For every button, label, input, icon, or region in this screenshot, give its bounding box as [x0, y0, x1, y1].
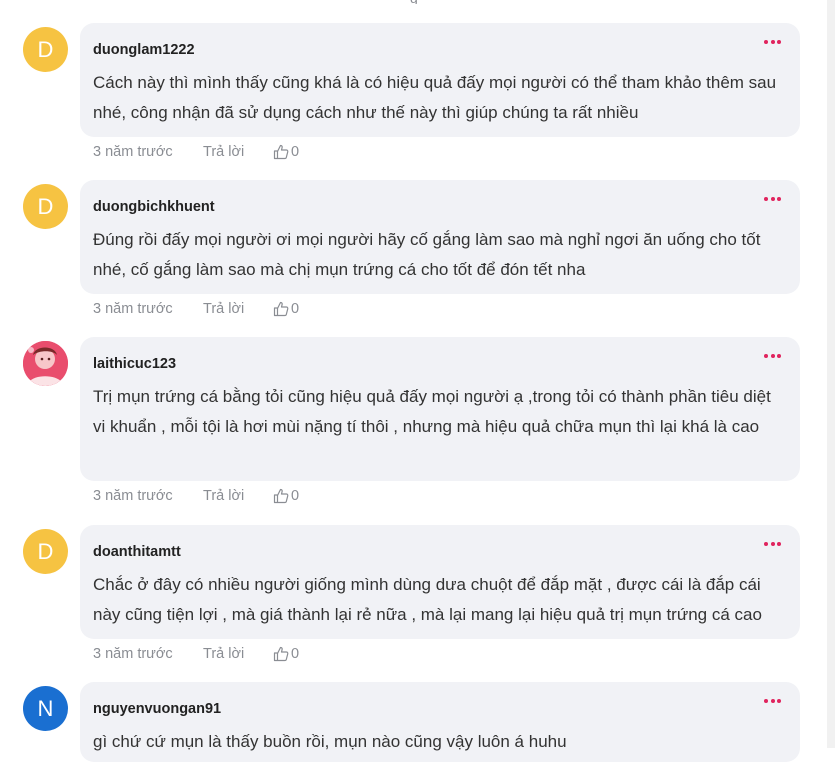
- avatar[interactable]: D: [23, 184, 68, 229]
- comment-text: Chắc ở đây có nhiều người giống mình dùn…: [93, 575, 762, 624]
- comment-text: gì chứ cứ mụn là thấy buồn rồi, mụn nào …: [93, 732, 567, 751]
- like-count: 0: [291, 144, 300, 160]
- like-count: 0: [291, 646, 300, 662]
- comment-text: Cách này thì mình thấy cũng khá là có hi…: [93, 73, 777, 122]
- avatar[interactable]: [23, 341, 68, 386]
- comment-username[interactable]: laithicuc123: [93, 354, 800, 374]
- comment-meta: 3 năm trước Trả lời 0: [93, 299, 299, 319]
- thumbs-up-icon: [273, 646, 289, 662]
- thumbs-up-icon: [273, 488, 289, 504]
- comment-text: Trị mụn trứng cá bằng tỏi cũng hiệu quả …: [93, 387, 771, 436]
- like-button[interactable]: 0: [273, 144, 299, 160]
- like-button[interactable]: 0: [273, 301, 299, 317]
- comment-time: 3 năm trước: [93, 301, 173, 317]
- comment-bubble: laithicuc123 Trị mụn trứng cá bằng tỏi c…: [80, 337, 800, 481]
- like-button[interactable]: 0: [273, 488, 299, 504]
- comment-time: 3 năm trước: [93, 144, 173, 160]
- thumbs-up-icon: [273, 301, 289, 317]
- comment-bubble: duonglam1222 Cách này thì mình thấy cũng…: [80, 23, 800, 137]
- scrollbar[interactable]: [827, 0, 835, 748]
- comment-time: 3 năm trước: [93, 646, 173, 662]
- reply-button[interactable]: Trả lời: [203, 488, 273, 504]
- more-options-icon[interactable]: [764, 354, 781, 360]
- comment-time: 3 năm trước: [93, 488, 173, 504]
- avatar-letter: N: [37, 695, 54, 721]
- avatar-letter: D: [37, 538, 54, 564]
- top-fragment: g: [410, 0, 430, 4]
- thumbs-up-icon: [273, 144, 289, 160]
- avatar[interactable]: D: [23, 529, 68, 574]
- comment-bubble: duongbichkhuent Đúng rồi đấy mọi người ơ…: [80, 180, 800, 294]
- more-options-icon[interactable]: [764, 197, 781, 203]
- comment-username[interactable]: duongbichkhuent: [93, 197, 800, 217]
- reply-button[interactable]: Trả lời: [203, 646, 273, 662]
- photo-avatar-icon: [23, 341, 68, 386]
- comment-meta: 3 năm trước Trả lời 0: [93, 486, 299, 506]
- avatar-letter: D: [37, 193, 54, 219]
- avatar[interactable]: N: [23, 686, 68, 731]
- more-options-icon[interactable]: [764, 699, 781, 705]
- comment-bubble: doanthitamtt Chắc ở đây có nhiều người g…: [80, 525, 800, 639]
- like-count: 0: [291, 301, 300, 317]
- more-options-icon[interactable]: [764, 40, 781, 46]
- more-options-icon[interactable]: [764, 542, 781, 548]
- avatar[interactable]: D: [23, 27, 68, 72]
- like-count: 0: [291, 488, 300, 504]
- comment-bubble: nguyenvuongan91 gì chứ cứ mụn là thấy bu…: [80, 682, 800, 762]
- comment-meta: 3 năm trước Trả lời 0: [93, 644, 299, 664]
- comment-username[interactable]: nguyenvuongan91: [93, 699, 800, 719]
- comment-meta: 3 năm trước Trả lời 0: [93, 142, 299, 162]
- avatar-letter: D: [37, 36, 54, 62]
- comment-username[interactable]: duonglam1222: [93, 40, 800, 60]
- reply-button[interactable]: Trả lời: [203, 144, 273, 160]
- reply-button[interactable]: Trả lời: [203, 301, 273, 317]
- comment-text: Đúng rồi đấy mọi người ơi mọi người hãy …: [93, 230, 761, 279]
- like-button[interactable]: 0: [273, 646, 299, 662]
- comment-username[interactable]: doanthitamtt: [93, 542, 800, 562]
